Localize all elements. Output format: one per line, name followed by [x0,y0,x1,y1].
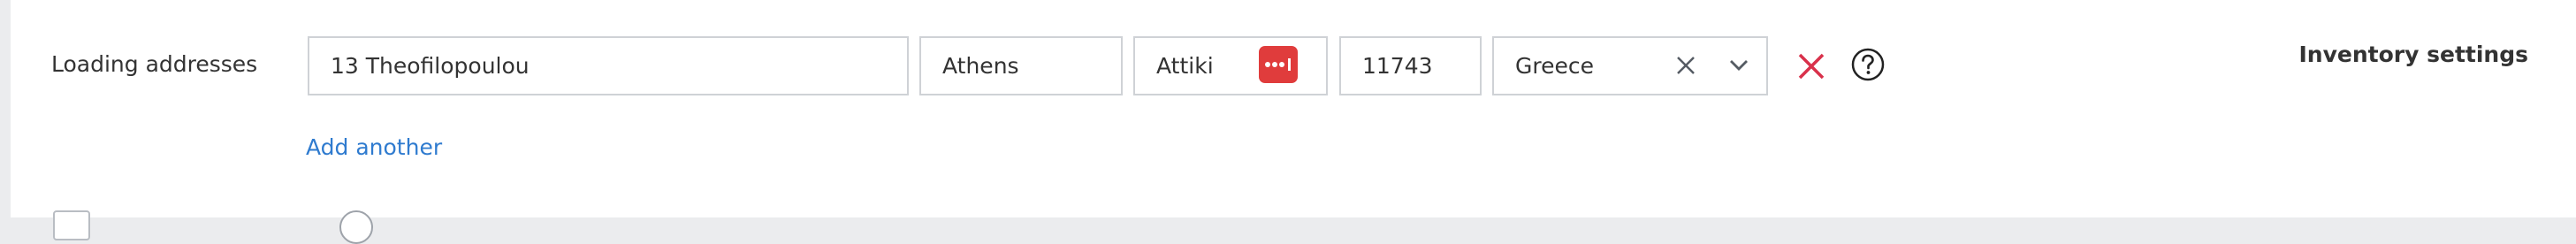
settings-panel: Loading addresses 13 Theofilopoulou Athe… [11,0,2576,244]
close-icon [1798,53,1825,80]
country-value: Greece [1515,53,1594,79]
password-manager-icon[interactable] [1259,46,1298,83]
postal-code-input[interactable]: 11743 [1339,36,1482,95]
inventory-settings-link[interactable]: Inventory settings [2299,40,2529,70]
street-input[interactable]: 13 Theofilopoulou [308,36,909,95]
radio-button[interactable] [339,210,373,244]
city-input[interactable]: Athens [919,36,1123,95]
city-value: Athens [942,53,1019,79]
help-button[interactable] [1850,47,1886,82]
region-value: Attiki [1156,53,1214,79]
region-input[interactable]: Attiki [1133,36,1328,95]
street-value: 13 Theofilopoulou [331,53,530,79]
close-icon[interactable] [1673,52,1699,79]
question-circle-icon [1851,48,1885,81]
loading-addresses-label: Loading addresses [51,51,258,77]
remove-address-button[interactable] [1795,50,1827,82]
checkbox[interactable] [53,210,90,240]
postal-code-value: 11743 [1362,53,1433,79]
add-another-link[interactable]: Add another [306,133,442,163]
chevron-down-icon[interactable] [1726,54,1752,77]
